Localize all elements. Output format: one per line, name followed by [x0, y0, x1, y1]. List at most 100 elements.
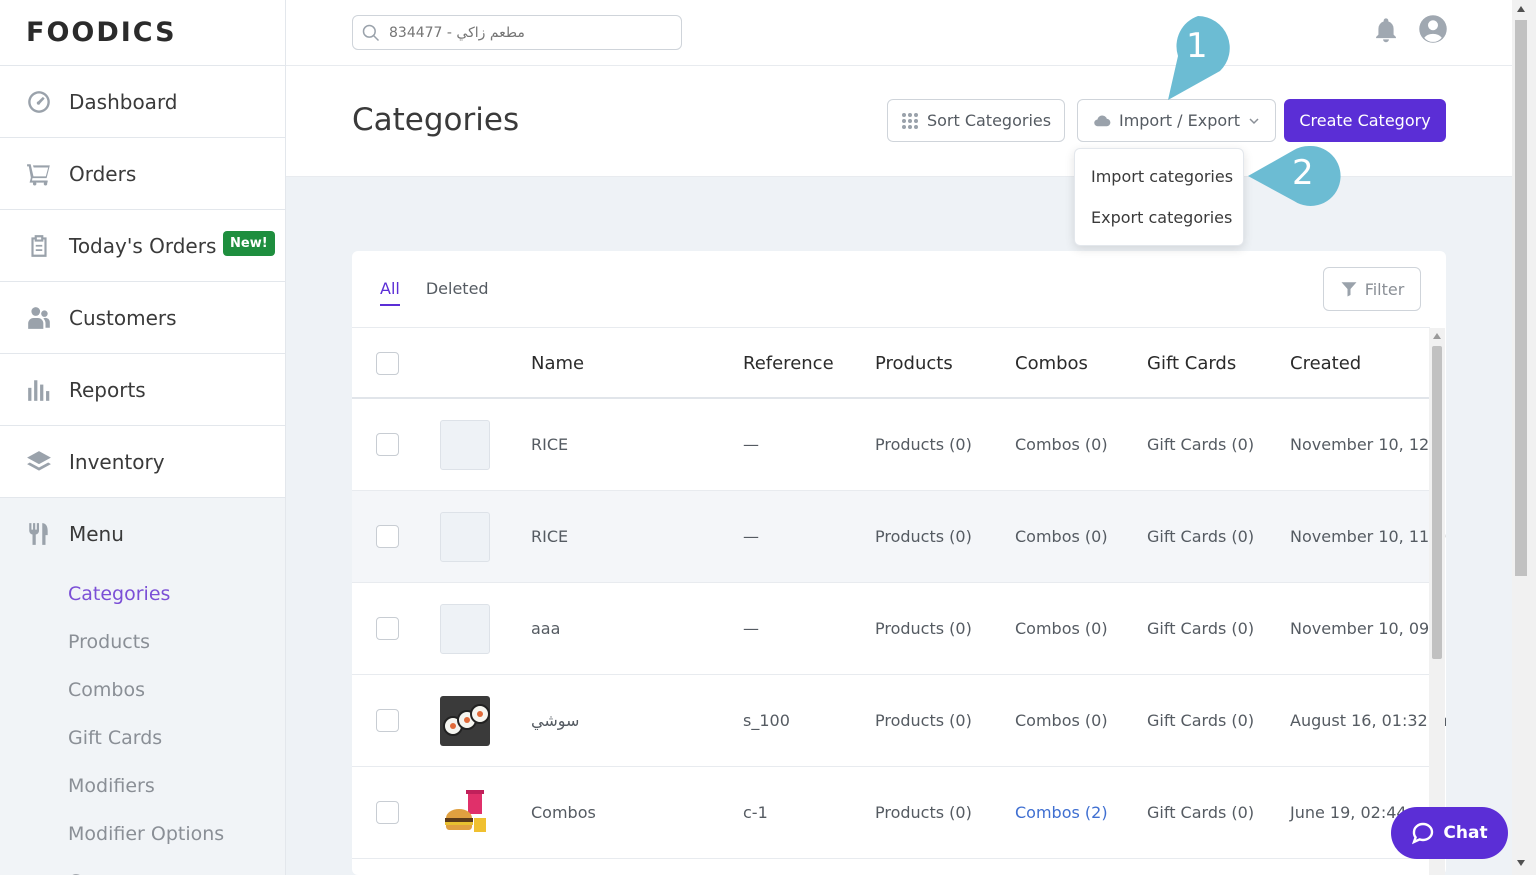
table-row[interactable]: سوشي s_100 Products (0) Combos (0) Gift …	[352, 675, 1446, 767]
search-icon	[362, 24, 380, 41]
sidebar-item-menu[interactable]: Menu	[0, 498, 285, 570]
sidebar-sub-modifier-options[interactable]: Modifier Options	[0, 810, 285, 858]
chat-button[interactable]: Chat	[1391, 807, 1508, 859]
category-created: November 10, 11:50	[1290, 527, 1446, 546]
table-scrollbar[interactable]	[1429, 328, 1445, 875]
row-checkbox[interactable]	[376, 709, 399, 732]
column-header-created[interactable]: Created	[1290, 353, 1361, 374]
sidebar-menu-label: Menu	[69, 522, 124, 546]
category-name: RICE	[531, 435, 569, 454]
table-header: Name Reference Products Combos Gift Card…	[352, 327, 1430, 399]
column-header-name[interactable]: Name	[531, 353, 584, 374]
sort-categories-button[interactable]: Sort Categories	[887, 99, 1065, 142]
sidebar-item-label: Dashboard	[69, 89, 178, 114]
table-scrollbar-thumb[interactable]	[1432, 346, 1442, 659]
sidebar-item-reports[interactable]: Reports	[0, 354, 285, 426]
sidebar-item-todays-orders[interactable]: Today's Orders New!	[0, 210, 285, 282]
table-row[interactable]: Combos c-1 Products (0) Combos (2) Gift …	[352, 767, 1430, 859]
import-export-button[interactable]: Import / Export	[1077, 99, 1276, 142]
export-categories-item[interactable]: Export categories	[1091, 208, 1232, 227]
sidebar-sub-groups[interactable]: Groups	[0, 858, 285, 875]
chevron-down-icon	[1249, 117, 1259, 124]
category-name: سوشي	[531, 711, 580, 730]
scroll-up-arrow-icon[interactable]	[1433, 333, 1441, 339]
category-products: Products (0)	[875, 803, 972, 822]
category-products: Products (0)	[875, 435, 972, 454]
callout-1-number: 1	[1186, 26, 1208, 66]
sidebar-sub-combos[interactable]: Combos	[0, 666, 285, 714]
filter-button[interactable]: Filter	[1323, 267, 1421, 311]
import-export-dropdown: Import categories Export categories	[1074, 148, 1244, 246]
search-box[interactable]	[352, 15, 682, 50]
category-name: aaa	[531, 619, 561, 638]
sidebar-item-customers[interactable]: Customers	[0, 282, 285, 354]
select-all-checkbox[interactable]	[376, 352, 399, 375]
sidebar-sub-modifiers[interactable]: Modifiers	[0, 762, 285, 810]
callout-2: 2	[1246, 144, 1344, 208]
category-gift-cards: Gift Cards (0)	[1147, 527, 1255, 546]
category-image-placeholder	[440, 512, 490, 562]
foodics-logo[interactable]: FOODICS	[0, 0, 285, 66]
category-name: Combos	[531, 803, 596, 822]
sidebar: FOODICS Dashboard Orders Today's Orders …	[0, 0, 286, 875]
sidebar-item-dashboard[interactable]: Dashboard	[0, 66, 285, 138]
category-combos: Combos (0)	[1015, 711, 1108, 730]
bell-icon[interactable]	[1372, 16, 1400, 44]
search-input[interactable]	[389, 24, 669, 41]
users-icon	[26, 305, 52, 331]
sidebar-item-inventory[interactable]: Inventory	[0, 426, 285, 498]
column-header-combos[interactable]: Combos	[1015, 353, 1088, 374]
scroll-down-arrow-icon[interactable]	[1517, 860, 1525, 866]
bar-chart-icon	[26, 377, 52, 403]
row-checkbox[interactable]	[376, 525, 399, 548]
grid-dots-icon	[901, 112, 918, 129]
page-scrollbar[interactable]	[1512, 0, 1536, 875]
gauge-icon	[26, 89, 52, 115]
category-reference: —	[743, 527, 759, 546]
burger-combo-image	[440, 788, 490, 838]
user-avatar-icon[interactable]	[1418, 14, 1448, 44]
sidebar-sub-categories[interactable]: Categories	[0, 570, 285, 618]
category-image-placeholder	[440, 420, 490, 470]
sidebar-sub-gift-cards[interactable]: Gift Cards	[0, 714, 285, 762]
category-combos: Combos (0)	[1015, 435, 1108, 454]
column-header-reference[interactable]: Reference	[743, 353, 834, 374]
category-reference: c-1	[743, 803, 768, 822]
create-category-button[interactable]: Create Category	[1284, 99, 1446, 142]
category-created: November 10, 12:0	[1290, 435, 1445, 454]
category-reference: —	[743, 435, 759, 454]
table-row[interactable]: RICE — Products (0) Combos (0) Gift Card…	[352, 491, 1446, 583]
category-combos: Combos (0)	[1015, 619, 1108, 638]
sidebar-item-label: Orders	[69, 161, 137, 186]
table-row[interactable]: aaa — Products (0) Combos (0) Gift Cards…	[352, 583, 1445, 675]
category-products: Products (0)	[875, 711, 972, 730]
sidebar-item-orders[interactable]: Orders	[0, 138, 285, 210]
category-combos-link[interactable]: Combos (2)	[1015, 803, 1108, 822]
tabs: All Deleted	[380, 279, 489, 306]
import-categories-item[interactable]: Import categories	[1091, 167, 1233, 186]
column-header-products[interactable]: Products	[875, 353, 953, 374]
cloud-icon	[1094, 115, 1111, 126]
row-checkbox[interactable]	[376, 433, 399, 456]
row-checkbox[interactable]	[376, 617, 399, 640]
row-checkbox[interactable]	[376, 801, 399, 824]
category-gift-cards: Gift Cards (0)	[1147, 435, 1255, 454]
tab-all[interactable]: All	[380, 279, 400, 306]
page-title: Categories	[352, 102, 520, 138]
category-reference: —	[743, 619, 759, 638]
category-name: RICE	[531, 527, 569, 546]
scroll-up-arrow-icon[interactable]	[1517, 6, 1525, 12]
sidebar-sub-products[interactable]: Products	[0, 618, 285, 666]
table-row[interactable]: RICE — Products (0) Combos (0) Gift Card…	[352, 399, 1445, 491]
column-header-gift-cards[interactable]: Gift Cards	[1147, 353, 1236, 374]
tab-deleted[interactable]: Deleted	[426, 279, 489, 306]
category-image-placeholder	[440, 604, 490, 654]
page-scrollbar-thumb[interactable]	[1515, 20, 1527, 576]
chat-bubble-icon	[1412, 822, 1434, 845]
fork-knife-icon	[26, 521, 52, 547]
filter-label: Filter	[1364, 279, 1405, 299]
category-created: November 10, 09:3	[1290, 619, 1445, 638]
clipboard-icon	[26, 233, 52, 259]
top-bar	[286, 0, 1512, 66]
callout-1: 1	[1164, 14, 1234, 102]
